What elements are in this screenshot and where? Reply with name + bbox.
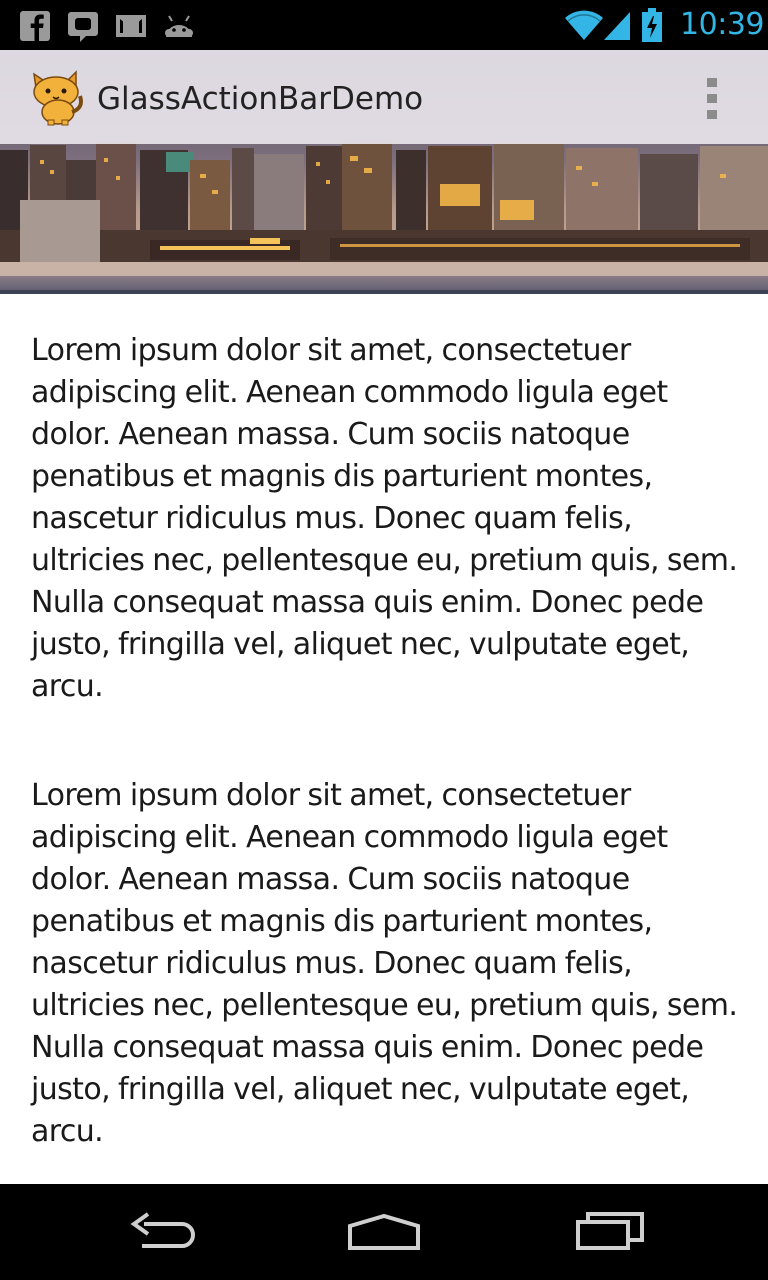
content-scroll[interactable]: Lorem ipsum dolor sit amet, consectetuer… xyxy=(0,294,768,1184)
recent-apps-icon[interactable] xyxy=(562,1204,658,1260)
paragraph-1: Lorem ipsum dolor sit amet, consectetuer… xyxy=(31,333,738,704)
clock: 10:39 xyxy=(680,7,764,42)
action-bar: GlassActionBarDemo xyxy=(0,50,768,144)
overflow-dot xyxy=(707,78,717,87)
screen: 10:39 GlassActionBarDemo Lorem ipsum dol… xyxy=(0,0,768,1280)
paragraph-2: Lorem ipsum dolor sit amet, consectetuer… xyxy=(31,778,738,1149)
navigation-bar xyxy=(0,1184,768,1280)
status-bar: 10:39 xyxy=(0,0,768,50)
talk-icon xyxy=(68,12,98,42)
signal-icon xyxy=(604,12,630,40)
overflow-dot xyxy=(707,94,717,103)
app-title: GlassActionBarDemo xyxy=(97,81,424,117)
gmail-icon xyxy=(116,15,146,37)
battery-icon xyxy=(642,8,662,42)
facebook-icon xyxy=(20,11,50,41)
wifi-icon xyxy=(565,10,603,40)
cat-icon[interactable] xyxy=(26,70,86,126)
overflow-dot xyxy=(707,110,717,119)
overflow-menu-icon[interactable] xyxy=(692,70,732,126)
home-icon[interactable] xyxy=(336,1204,432,1260)
back-icon[interactable] xyxy=(112,1204,208,1260)
android-icon xyxy=(165,15,193,37)
